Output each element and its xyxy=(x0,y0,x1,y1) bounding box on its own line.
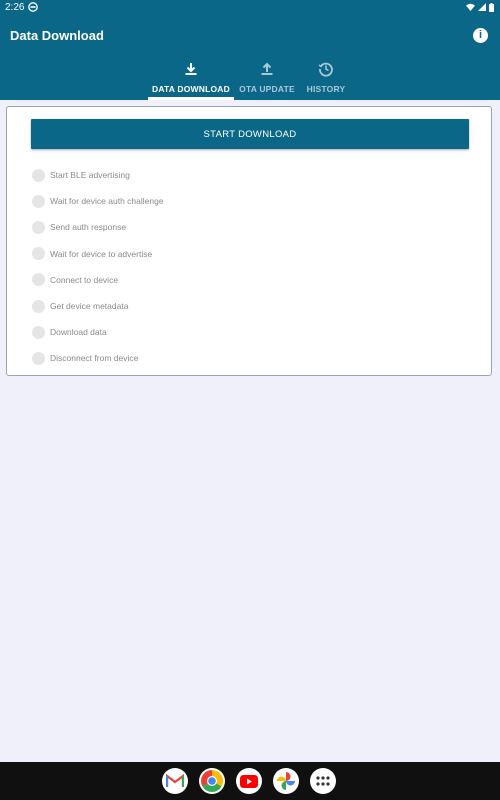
download-icon xyxy=(185,63,197,75)
list-item: Wait for device to advertise xyxy=(32,241,472,267)
step-label: Wait for device auth challenge xyxy=(50,196,164,207)
tab-bar: DATA DOWNLOAD OTA UPDATE HISTORY xyxy=(0,58,500,100)
step-status-indicator xyxy=(32,299,45,313)
active-tab-indicator xyxy=(148,97,234,100)
step-status-indicator xyxy=(32,273,45,287)
history-icon xyxy=(318,62,333,77)
step-label: Connect to device xyxy=(50,274,119,285)
photos-glyph xyxy=(277,772,295,790)
gmail-glyph xyxy=(166,774,184,787)
tab-history[interactable]: HISTORY xyxy=(301,58,351,100)
list-item: Wait for device auth challenge xyxy=(32,188,472,214)
status-time: 2:26 xyxy=(5,2,25,13)
chrome-glyph xyxy=(201,770,223,792)
tab-label: HISTORY xyxy=(306,84,346,94)
page-title: Data Download xyxy=(10,28,104,43)
step-label: Get device metadata xyxy=(50,301,129,312)
photos-icon[interactable] xyxy=(273,768,299,794)
app-drawer-glyph xyxy=(316,776,330,786)
tab-label: DATA DOWNLOAD xyxy=(152,84,230,94)
app-bar: 2:26 Data Download i DATA DOWNLOAD OTA U… xyxy=(0,0,500,100)
step-status-indicator xyxy=(32,351,45,365)
gmail-icon[interactable] xyxy=(162,768,188,794)
list-item: Start BLE advertising xyxy=(32,162,472,188)
tab-data-download[interactable]: DATA DOWNLOAD xyxy=(148,58,234,100)
step-status-indicator xyxy=(32,168,45,182)
upload-icon xyxy=(261,62,273,75)
youtube-glyph xyxy=(240,774,258,788)
step-status-indicator xyxy=(32,220,45,234)
step-label: Send auth response xyxy=(50,222,127,233)
step-status-indicator xyxy=(32,325,45,339)
info-icon[interactable]: i xyxy=(473,28,488,43)
battery-icon xyxy=(489,2,494,12)
start-download-button[interactable]: START DOWNLOAD xyxy=(31,119,469,149)
signal-icon xyxy=(478,3,486,11)
step-label: Wait for device to advertise xyxy=(50,248,153,259)
tab-label: OTA UPDATE xyxy=(239,84,295,94)
app-dock xyxy=(162,768,336,794)
step-list: Start BLE advertising Wait for device au… xyxy=(32,162,472,372)
step-status-indicator xyxy=(32,194,45,208)
youtube-icon[interactable] xyxy=(236,768,262,794)
system-nav-bar xyxy=(0,762,500,800)
sim-status-icon xyxy=(28,2,38,12)
step-label: Disconnect from device xyxy=(50,353,139,364)
app-drawer-icon[interactable] xyxy=(310,768,336,794)
list-item: Disconnect from device xyxy=(32,345,472,371)
list-item: Download data xyxy=(32,319,472,345)
status-bar: 2:26 xyxy=(0,0,500,16)
tab-ota-update[interactable]: OTA UPDATE xyxy=(236,58,298,100)
wifi-icon xyxy=(466,3,475,11)
chrome-icon[interactable] xyxy=(199,768,225,794)
status-icons xyxy=(466,2,494,12)
step-label: Download data xyxy=(50,327,107,338)
step-status-indicator xyxy=(32,247,45,261)
download-card: START DOWNLOAD Start BLE advertising Wai… xyxy=(6,106,492,376)
step-label: Start BLE advertising xyxy=(50,170,130,181)
list-item: Send auth response xyxy=(32,214,472,240)
list-item: Connect to device xyxy=(32,267,472,293)
list-item: Get device metadata xyxy=(32,293,472,319)
